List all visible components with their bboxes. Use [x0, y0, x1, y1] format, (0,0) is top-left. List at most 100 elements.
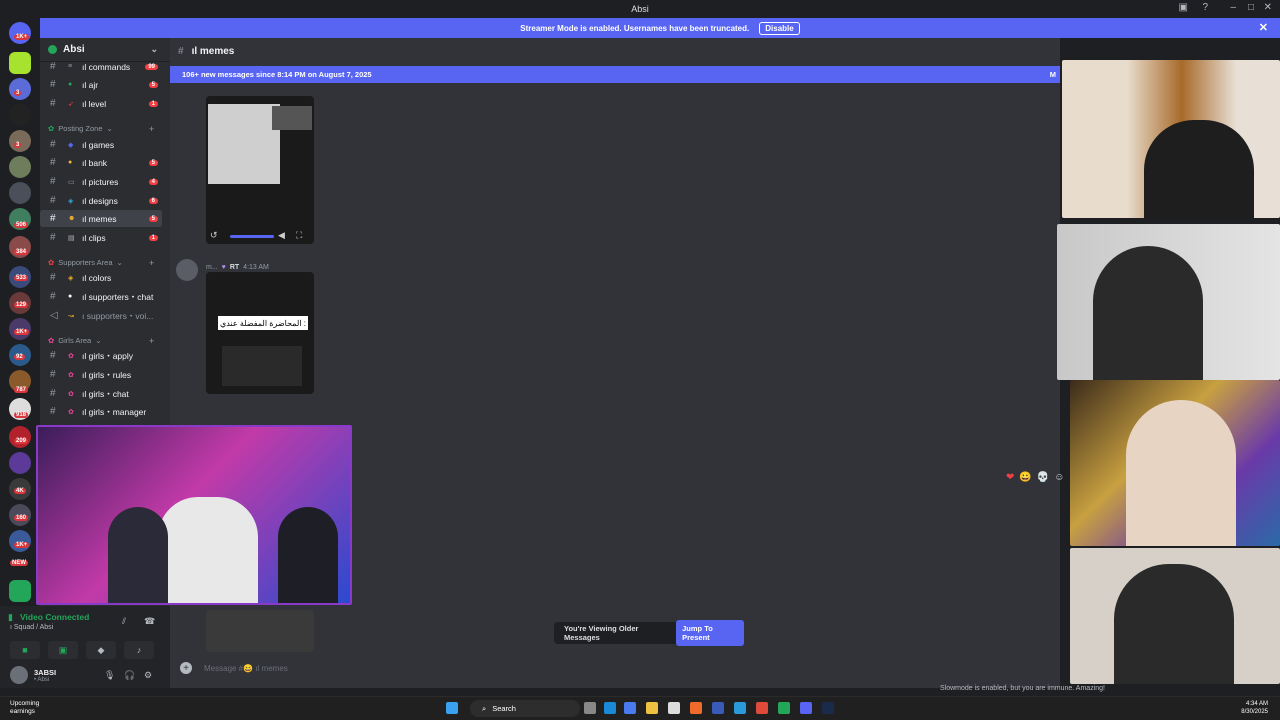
server-icon[interactable] — [9, 156, 31, 178]
category-girls[interactable]: ✿ Girls Area ⌄ + — [48, 336, 154, 346]
mic-icon[interactable]: 🎙 — [104, 670, 115, 681]
channel-supporters-chat[interactable]: # ● ıl supporters・chat — [40, 288, 162, 305]
channel-games[interactable]: # ◆ ıl games — [40, 136, 162, 153]
speaker-icon: ◁ — [50, 310, 58, 321]
channel-designs[interactable]: # ◈ ıl designs 6 — [40, 192, 162, 209]
headphones-icon[interactable]: 🎧 — [124, 670, 135, 681]
message-composer[interactable]: + Message #😄 ıl memes — [170, 657, 1060, 679]
new-messages-bar[interactable]: 106+ new messages since 8:14 PM on Augus… — [170, 66, 1060, 83]
server-icon[interactable] — [9, 78, 31, 100]
user-name[interactable]: 3ABSI — [34, 668, 56, 677]
server-list: 1K+ 3 3 929 506 384 533 129 1K+ 92 787 9… — [0, 18, 40, 688]
channel-colors[interactable]: # ◈ ıl colors — [40, 269, 162, 286]
fullscreen-icon[interactable]: ⛶ — [296, 230, 302, 241]
server-icon[interactable] — [9, 182, 31, 204]
app-icon[interactable] — [778, 702, 790, 714]
channel-girls-apply[interactable]: # ✿ ıl girls・apply — [40, 347, 162, 364]
plus-icon[interactable]: + — [149, 336, 154, 346]
weather-widget[interactable]: Upcoming earnings — [10, 700, 39, 716]
mark-read-button[interactable]: M — [1050, 70, 1056, 79]
message-input[interactable]: Message #😄 ıl memes — [204, 664, 288, 673]
app-icon[interactable] — [734, 702, 746, 714]
chrome-icon[interactable] — [756, 702, 768, 714]
older-messages-text: You're Viewing Older Messages — [564, 624, 639, 642]
folder-icon[interactable] — [646, 702, 658, 714]
server-icon[interactable] — [9, 452, 31, 474]
voice-panel: ▮ Video Connected ı Squad / Absi ⫽ ☎ ■ ▣… — [0, 606, 170, 662]
channel-level[interactable]: # ➶ ıl level 1 — [40, 95, 162, 112]
steam-icon[interactable] — [822, 702, 834, 714]
user-avatar[interactable] — [10, 666, 28, 684]
app-icon[interactable] — [712, 702, 724, 714]
disable-button[interactable]: Disable — [759, 21, 800, 35]
banner-text: Streamer Mode is enabled. Usernames have… — [520, 23, 750, 33]
reaction-skull[interactable]: 💀 — [1037, 472, 1049, 483]
server-icon[interactable] — [9, 52, 31, 74]
palette-icon: ◈ — [68, 274, 74, 282]
server-icon[interactable] — [9, 530, 31, 552]
channel-supporters-voice[interactable]: ◁ ↝ ı supporters・voi... — [40, 307, 162, 324]
channel-memes[interactable]: # ☻ ıl memes 5 — [40, 210, 162, 227]
help-icon[interactable]: ? — [1202, 2, 1208, 13]
home-icon[interactable] — [9, 22, 31, 44]
channel-girls-rules[interactable]: # ✿ ıl girls・rules — [40, 366, 162, 383]
copilot-icon[interactable] — [624, 702, 636, 714]
replay-icon[interactable]: ↺ — [210, 230, 218, 241]
discord-icon[interactable] — [800, 702, 812, 714]
maximize-icon[interactable]: □ — [1248, 2, 1254, 13]
minimize-icon[interactable]: – — [1230, 2, 1236, 13]
channel-girls-chat[interactable]: # ✿ ıl girls・chat — [40, 385, 162, 402]
reaction-smile[interactable]: ☺ — [1054, 472, 1064, 483]
gear-icon[interactable]: ⚙ — [144, 670, 152, 681]
plus-icon[interactable]: + — [149, 258, 154, 268]
channel-clips[interactable]: # ▤ ıl clips 1 — [40, 229, 162, 246]
task-view-icon[interactable] — [584, 702, 596, 714]
jump-to-present-button[interactable]: Jump To Present — [676, 620, 744, 646]
chat-icon: ● — [68, 293, 73, 300]
channel-pictures[interactable]: # ▭ ıl pictures 4 — [40, 173, 162, 190]
video-attachment[interactable]: ↺ ◀ ⛶ — [206, 96, 314, 244]
time: 4:34 AM — [1245, 701, 1268, 707]
message-author[interactable]: m... — [206, 264, 218, 271]
user-status: • Absi — [34, 677, 50, 683]
edge-icon[interactable] — [604, 702, 616, 714]
server-icon[interactable] — [9, 130, 31, 152]
plus-icon[interactable]: + — [149, 124, 154, 134]
message-avatar[interactable] — [176, 259, 198, 281]
image-attachment[interactable]: المحاضرة المفضلة عندي : — [206, 272, 314, 394]
category-posting[interactable]: ✿ Posting Zone ⌄ + — [48, 124, 154, 134]
server-icon[interactable] — [9, 426, 31, 448]
voice-channel[interactable]: ı Squad / Absi — [10, 624, 53, 631]
soundboard-button[interactable]: ♪ — [124, 641, 154, 659]
banner-close-icon[interactable]: ✕ — [1259, 21, 1268, 34]
activity-button[interactable]: ◆ — [86, 641, 116, 659]
hash-icon: # — [50, 176, 56, 187]
verified-icon — [48, 45, 57, 54]
plus-icon[interactable]: + — [180, 662, 192, 674]
channel-girls-manager[interactable]: # ✿ ıl girls・manager — [40, 403, 162, 420]
channel-commands[interactable]: # ≡ ıl commands 99 — [40, 58, 162, 75]
volume-icon[interactable]: ◀ — [278, 230, 285, 241]
volume-slider[interactable] — [230, 235, 274, 238]
app-icon[interactable] — [690, 702, 702, 714]
start-icon[interactable] — [446, 702, 458, 714]
inbox-icon[interactable]: ▣ — [1179, 2, 1188, 13]
video-attachment[interactable] — [206, 610, 314, 652]
discover-icon[interactable] — [9, 580, 31, 602]
reaction-heart[interactable]: ❤ — [1006, 472, 1014, 483]
close-icon[interactable]: ✕ — [1264, 2, 1272, 13]
disconnect-icon[interactable]: ☎ — [144, 616, 155, 627]
hash-icon: # — [50, 98, 56, 109]
store-icon[interactable] — [668, 702, 680, 714]
clock[interactable]: 4:34 AM 8/30/2025 — [1241, 700, 1268, 716]
video-frame — [208, 104, 280, 184]
screenshare-button[interactable]: ▣ — [48, 641, 78, 659]
server-icon[interactable] — [9, 104, 31, 126]
search-box[interactable]: ⌕ Search — [470, 700, 580, 717]
reaction-grin[interactable]: 😀 — [1019, 472, 1031, 483]
category-supporters[interactable]: ✿ Supporters Area ⌄ + — [48, 258, 154, 268]
channel-ajr[interactable]: # ● ıl ajr 5 — [40, 76, 162, 93]
noise-suppression-icon[interactable]: ⫽ — [122, 616, 126, 627]
camera-button[interactable]: ■ — [10, 641, 40, 659]
channel-bank[interactable]: # ● ıl bank 5 — [40, 154, 162, 171]
